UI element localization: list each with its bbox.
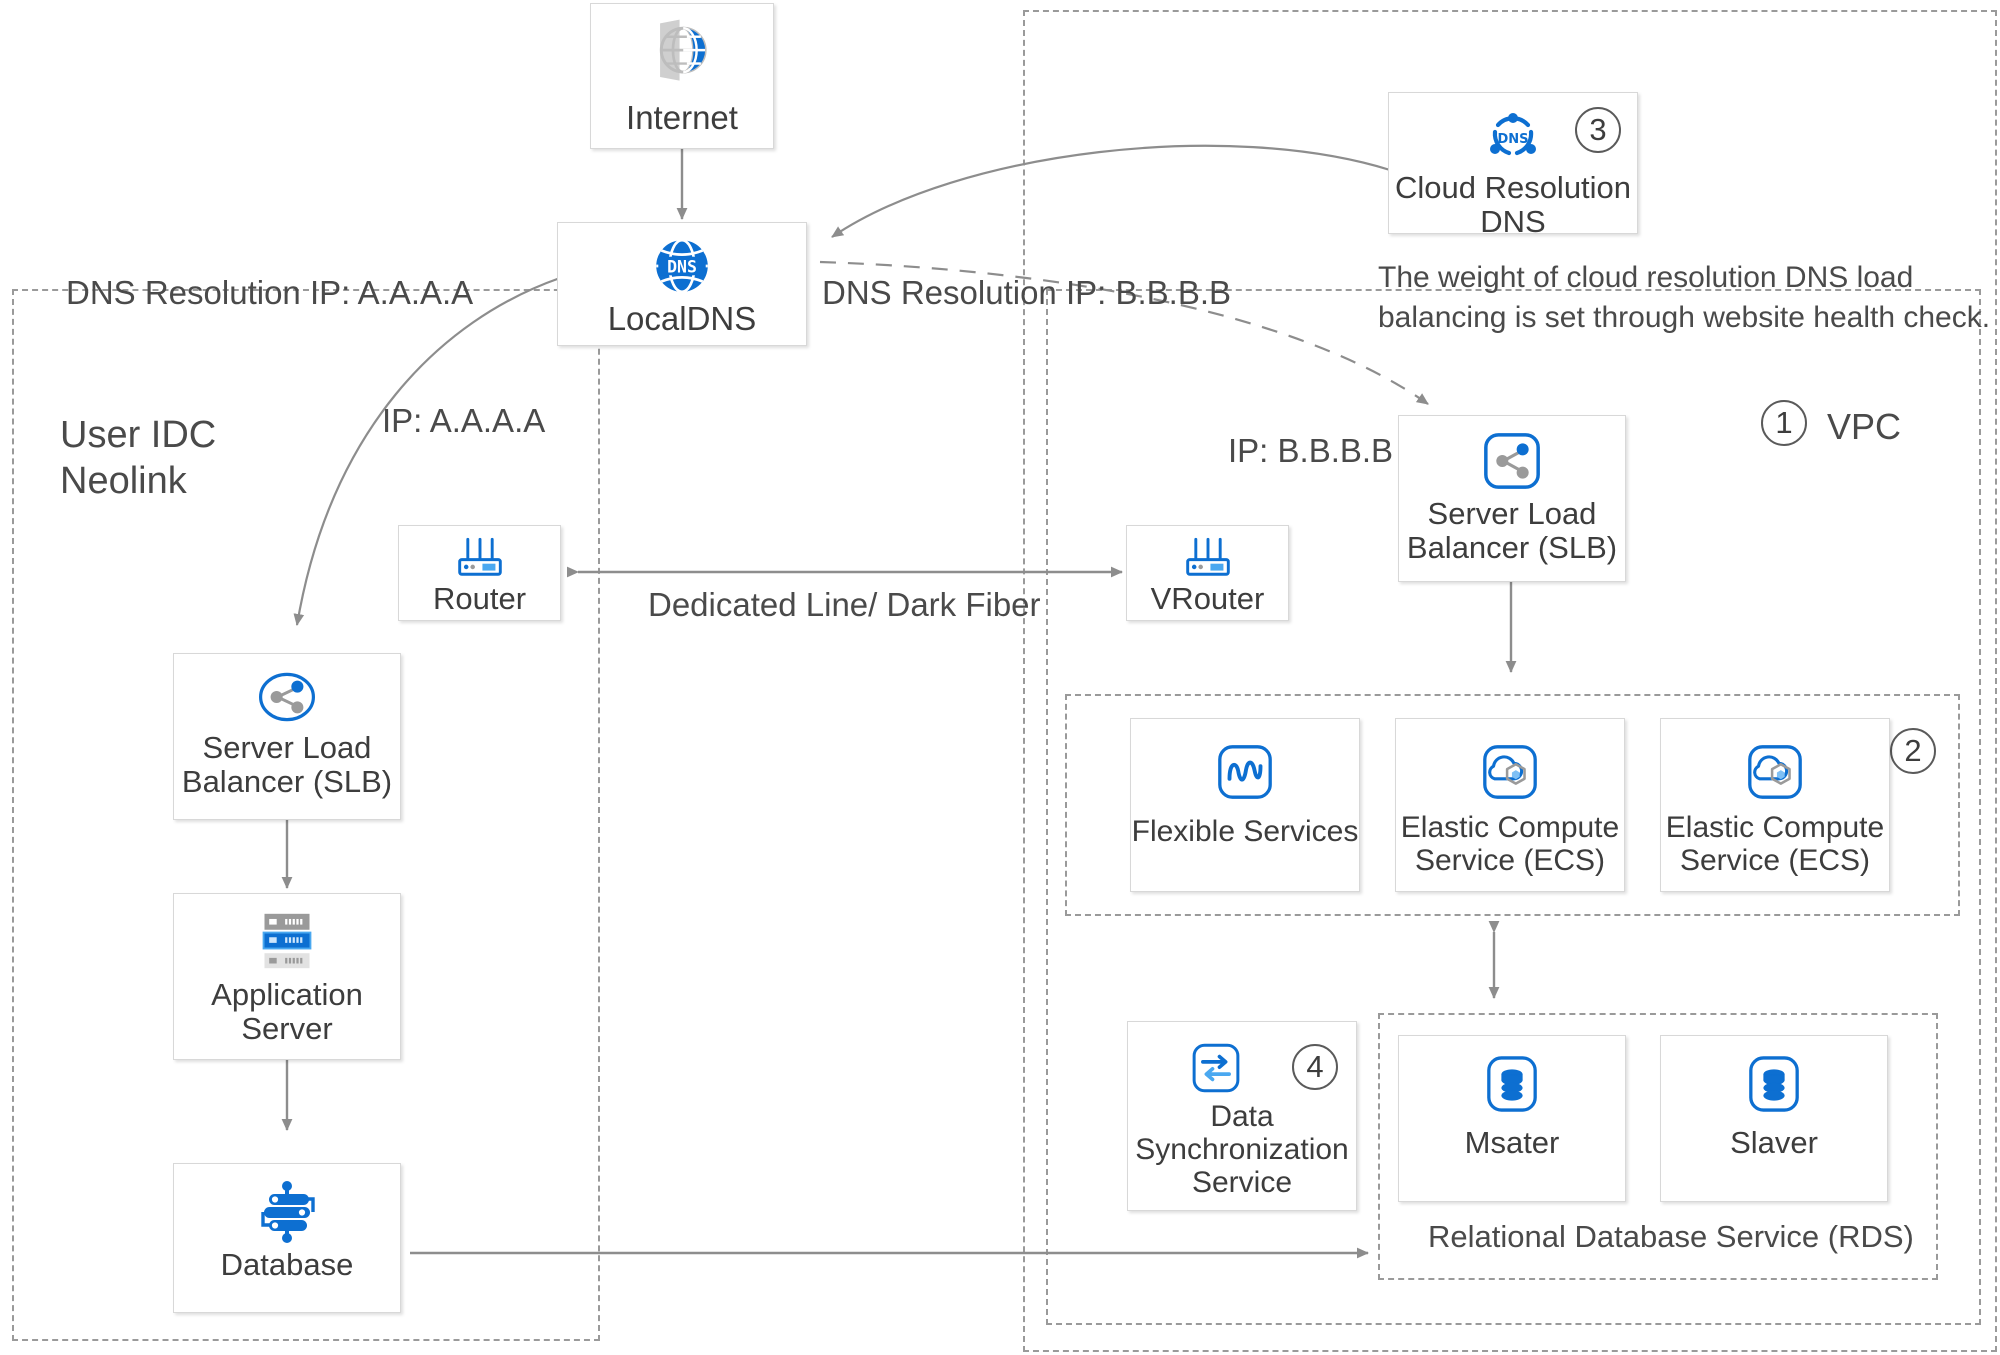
node-label-application-server: Application Server [211, 977, 363, 1047]
node-data-sync-service[interactable]: Data Synchronization Service 4 [1127, 1021, 1357, 1211]
annotation-ip-b: IP: B.B.B.B [1228, 432, 1394, 469]
node-label-cloud-resolution-dns: Cloud Resolution DNS [1394, 170, 1632, 240]
annotation-health-note: The weight of cloud resolution DNS load … [1378, 261, 1991, 334]
ecs-cloud-icon [1744, 741, 1806, 803]
node-label-rds-slave: Slaver [1730, 1125, 1818, 1160]
node-label-ecs-2: Elastic Compute Service (ECS) [1665, 811, 1885, 877]
internet-globe-icon [643, 16, 721, 94]
server-stack-icon [257, 910, 317, 972]
annotation-dns-ip-a: DNS Resolution IP: A.A.A.A [66, 274, 474, 311]
node-internet[interactable]: Internet [590, 3, 774, 149]
node-label-ecs-1: Elastic Compute Service (ECS) [1400, 811, 1620, 877]
node-ecs-2[interactable]: Elastic Compute Service (ECS) [1660, 718, 1890, 892]
annotation-dns-ip-b: DNS Resolution IP: B.B.B.B [822, 274, 1232, 311]
node-router[interactable]: Router [398, 525, 561, 621]
node-label-data-sync-service: Data Synchronization Service [1135, 1100, 1349, 1199]
annotation-dedicated-line: Dedicated Line/ Dark Fiber [648, 586, 1041, 623]
badge-data-sync-service: 4 [1292, 1044, 1338, 1090]
node-rds-master[interactable]: Msater [1398, 1035, 1626, 1202]
node-idc-slb[interactable]: Server Load Balancer (SLB) [173, 653, 401, 820]
node-rds-slave[interactable]: Slaver [1660, 1035, 1888, 1202]
node-application-server[interactable]: Application Server [173, 893, 401, 1060]
flexible-services-icon [1214, 741, 1276, 803]
router-icon [454, 536, 506, 580]
node-database[interactable]: Database [173, 1163, 401, 1313]
badge-ecs-group: 2 [1890, 728, 1936, 774]
node-label-database: Database [220, 1247, 354, 1282]
database-cylinder-icon [1746, 1054, 1802, 1114]
node-flexible-services[interactable]: Flexible Services [1130, 718, 1360, 892]
zone-label-vpc: VPC [1827, 406, 1902, 447]
database-nodes-icon [252, 1180, 322, 1244]
architecture-diagram: User IDC Neolink VPC 1 2 Relational Data… [0, 0, 2000, 1355]
data-sync-icon [1188, 1040, 1244, 1096]
node-label-vpc-slb: Server Load Balancer (SLB) [1406, 496, 1618, 566]
zone-label-user-idc: User IDC Neolink [60, 414, 217, 503]
badge-vpc: 1 [1761, 400, 1807, 446]
ecs-cloud-icon [1479, 741, 1541, 803]
dns-globe-icon: DNS [649, 233, 715, 299]
load-balancer-circle-icon [254, 668, 320, 726]
svg-text:DNS: DNS [1497, 132, 1528, 147]
node-label-vrouter: VRouter [1150, 581, 1265, 616]
node-ecs-1[interactable]: Elastic Compute Service (ECS) [1395, 718, 1625, 892]
node-label-internet: Internet [626, 99, 738, 136]
node-label-router: Router [432, 581, 527, 616]
node-vrouter[interactable]: VRouter [1126, 525, 1289, 621]
node-cloud-resolution-dns[interactable]: DNS Cloud Resolution DNS 3 [1388, 92, 1638, 239]
node-vpc-slb[interactable]: Server Load Balancer (SLB) [1398, 415, 1626, 582]
annotation-ip-a: IP: A.A.A.A [382, 402, 546, 439]
cloud-dns-icon: DNS [1481, 105, 1545, 169]
database-cylinder-icon [1484, 1054, 1540, 1114]
router-icon [1182, 536, 1234, 580]
node-label-flexible-services: Flexible Services [1131, 815, 1359, 848]
badge-cloud-resolution-dns: 3 [1575, 107, 1621, 153]
node-label-idc-slb: Server Load Balancer (SLB) [181, 730, 393, 800]
zone-label-rds: Relational Database Service (RDS) [1428, 1219, 1914, 1254]
node-localdns[interactable]: DNS LocalDNS [557, 222, 807, 346]
load-balancer-square-icon [1481, 430, 1543, 492]
node-label-localdns: LocalDNS [607, 300, 757, 337]
node-label-rds-master: Msater [1464, 1125, 1560, 1160]
svg-text:DNS: DNS [667, 258, 697, 277]
